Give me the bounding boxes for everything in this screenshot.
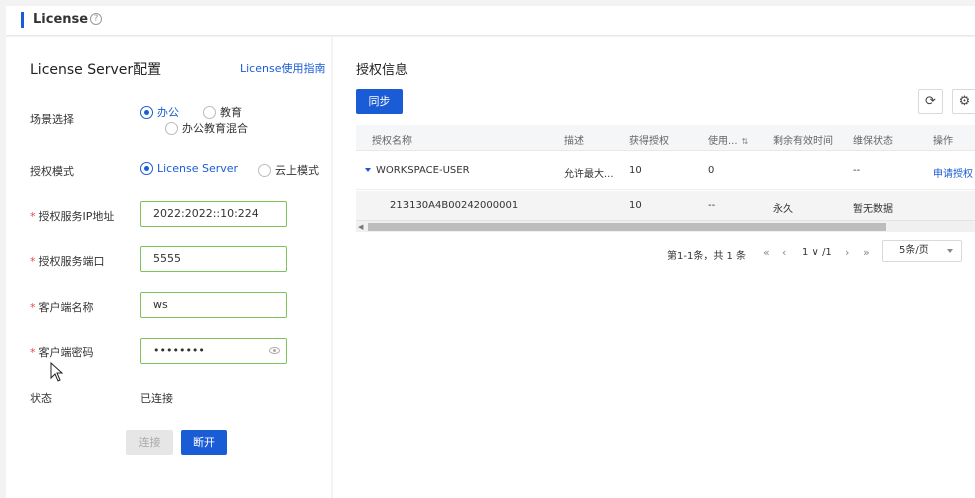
col-maintenance: 维保状态: [853, 136, 893, 147]
scene-radio-mixed[interactable]: 办公教育混合: [165, 120, 248, 136]
required-mark: *: [30, 210, 36, 223]
status-label: 状态: [30, 392, 52, 405]
radio-empty-icon: [203, 105, 216, 119]
sort-icon[interactable]: ⇅: [742, 137, 749, 146]
table-header: 授权名称 描述 获得授权 使用... ⇅ 剩余有效时间 维保状态 操作: [356, 125, 975, 151]
last-page-icon[interactable]: »: [863, 246, 870, 259]
header-accent-bar: [21, 12, 24, 28]
cell-maintenance: 暂无数据: [853, 204, 893, 215]
scene-label: 场景选择: [30, 113, 74, 126]
page-size-select[interactable]: 5条/页: [882, 240, 962, 262]
col-remaining: 剩余有效时间: [773, 136, 833, 147]
chevron-down-icon: [947, 249, 953, 253]
client-password-input[interactable]: ••••••••: [140, 338, 287, 364]
required-mark: *: [30, 346, 36, 359]
mode-label: 授权模式: [30, 165, 74, 178]
cell-maintenance: --: [853, 165, 861, 176]
scene-radio-office[interactable]: 办公: [140, 104, 179, 120]
config-title: License Server配置: [30, 62, 162, 78]
cell-name: WORKSPACE-USER: [376, 165, 470, 176]
sync-button[interactable]: 同步: [356, 89, 403, 114]
horizontal-scrollbar[interactable]: ◀: [356, 220, 975, 232]
cell-name: 213130A4B00242000001: [390, 200, 519, 211]
radio-selected-icon: [140, 162, 153, 175]
license-server-config-panel: License Server配置 License使用指南 场景选择 办公 教育 …: [6, 37, 331, 498]
license-guide-link[interactable]: License使用指南: [240, 60, 325, 76]
table-row: 213130A4B00242000001 10 -- 永久 暂无数据: [356, 191, 975, 220]
radio-empty-icon: [165, 121, 178, 135]
cell-granted: 10: [629, 165, 642, 176]
caret-down-icon[interactable]: [365, 168, 371, 172]
cell-desc: 允许最大...: [564, 169, 614, 180]
apply-license-link[interactable]: 申请授权: [933, 165, 973, 180]
col-granted: 获得授权: [629, 136, 669, 147]
required-mark: *: [30, 301, 36, 314]
prev-page-icon[interactable]: ‹: [782, 246, 786, 259]
port-label: * 授权服务端口: [30, 255, 105, 268]
required-mark: *: [30, 255, 36, 268]
disconnect-button[interactable]: 断开: [181, 430, 227, 455]
col-action: 操作: [933, 136, 953, 147]
cell-remaining: 永久: [773, 204, 793, 215]
scroll-left-icon[interactable]: ◀: [358, 223, 363, 231]
next-page-icon[interactable]: ›: [845, 246, 849, 259]
client-name-label: * 客户端名称: [30, 301, 94, 314]
refresh-icon[interactable]: ⟳: [918, 89, 943, 114]
radio-empty-icon: [258, 163, 271, 177]
license-info-title: 授权信息: [356, 63, 409, 78]
page-title: License: [33, 12, 89, 27]
question-circle-icon[interactable]: ?: [90, 13, 102, 25]
col-used[interactable]: 使用... ⇅: [708, 132, 748, 147]
page-header: License ?: [6, 6, 975, 36]
client-name-input[interactable]: ws: [140, 292, 287, 318]
mode-radio-license-server[interactable]: License Server: [140, 162, 238, 175]
ip-input[interactable]: 2022:2022::10:224: [140, 201, 287, 227]
status-value: 已连接: [140, 392, 173, 405]
license-info-panel: 授权信息 同步 ⟳ ⚙ 授权名称 描述 获得授权 使用... ⇅ 剩余有效时间 维…: [333, 37, 975, 498]
table-row: WORKSPACE-USER 允许最大... 10 0 -- 申请授权: [356, 152, 975, 190]
page-indicator[interactable]: 1 ∨ /1: [802, 247, 832, 258]
port-input[interactable]: 5555: [140, 246, 287, 272]
col-license-name: 授权名称: [372, 136, 412, 147]
radio-selected-icon: [140, 105, 153, 119]
cell-granted: 10: [629, 200, 642, 211]
client-password-label: * 客户端密码: [30, 346, 94, 359]
col-description: 描述: [564, 136, 584, 147]
scrollbar-thumb[interactable]: [368, 223, 886, 231]
scene-radio-education[interactable]: 教育: [203, 104, 242, 120]
first-page-icon[interactable]: «: [763, 246, 770, 259]
pagination-count: 第1-1条，共 1 条: [667, 251, 747, 262]
ip-label: * 授权服务IP地址: [30, 210, 115, 223]
cell-used: --: [708, 200, 716, 211]
connect-button[interactable]: 连接: [126, 430, 173, 455]
gear-icon[interactable]: ⚙: [952, 89, 975, 114]
mouse-cursor-icon: [50, 362, 64, 382]
cell-used: 0: [708, 165, 715, 176]
eye-icon[interactable]: [269, 347, 280, 354]
mode-radio-cloud[interactable]: 云上模式: [258, 162, 319, 178]
